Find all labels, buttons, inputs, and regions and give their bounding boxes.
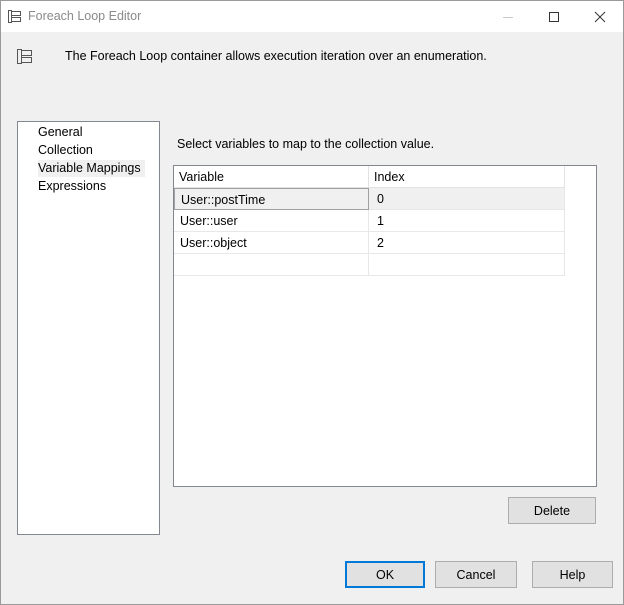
nav-item-variable-mappings[interactable]: Variable Mappings <box>38 160 145 177</box>
mappings-instruction: Select variables to map to the collectio… <box>177 137 435 151</box>
window-title: Foreach Loop Editor <box>28 9 142 23</box>
variable-mappings-grid[interactable]: Variable Index User::postTime 0 User::us… <box>173 165 597 487</box>
minimize-button[interactable] <box>485 1 531 32</box>
column-header-index[interactable]: Index <box>369 166 565 188</box>
help-button[interactable]: Help <box>532 561 613 588</box>
header-description: The Foreach Loop container allows execut… <box>65 49 487 63</box>
maximize-icon <box>549 11 559 22</box>
grid-header-row: Variable Index <box>174 166 565 188</box>
title-bar[interactable]: Foreach Loop Editor <box>1 1 623 32</box>
variable-cell[interactable]: User::user <box>174 210 369 232</box>
nav-item-expressions[interactable]: Expressions <box>38 178 110 195</box>
maximize-button[interactable] <box>531 1 577 32</box>
foreach-loop-icon <box>8 10 21 23</box>
variable-cell[interactable] <box>174 254 369 276</box>
variable-cell[interactable]: User::postTime <box>174 188 369 210</box>
delete-button[interactable]: Delete <box>508 497 596 524</box>
index-cell[interactable]: 1 <box>369 210 565 232</box>
index-cell[interactable]: 0 <box>369 188 565 210</box>
column-header-variable[interactable]: Variable <box>174 166 369 188</box>
index-cell[interactable]: 2 <box>369 232 565 254</box>
close-button[interactable] <box>577 1 623 32</box>
close-icon <box>594 11 606 22</box>
variable-cell[interactable]: User::object <box>174 232 369 254</box>
foreach-loop-icon <box>17 49 32 64</box>
minimize-icon <box>503 16 513 18</box>
nav-item-general[interactable]: General <box>38 124 86 141</box>
ok-button[interactable]: OK <box>345 561 425 588</box>
foreach-loop-editor-window: Foreach Loop Editor The Foreach Loop con… <box>0 0 624 605</box>
page-navigation-list: General Collection Variable Mappings Exp… <box>17 121 160 535</box>
nav-item-collection[interactable]: Collection <box>38 142 97 159</box>
cancel-button[interactable]: Cancel <box>435 561 517 588</box>
index-cell[interactable] <box>369 254 565 276</box>
